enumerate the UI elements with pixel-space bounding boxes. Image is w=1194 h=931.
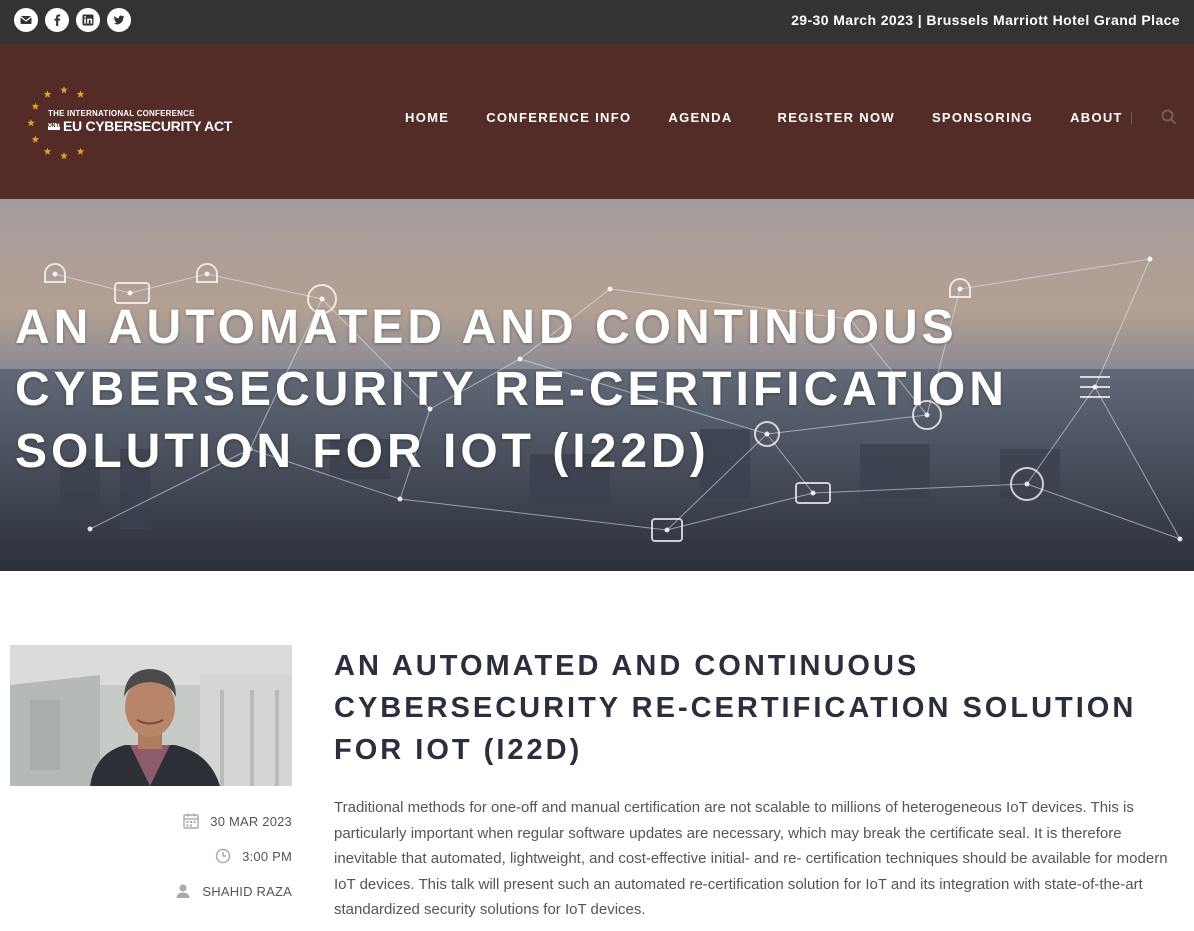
nav-register-now[interactable]: REGISTER NOW	[778, 110, 895, 125]
speaker-photo	[10, 645, 292, 786]
session-date-text: 30 MAR 2023	[210, 813, 292, 829]
session-speaker-text: SHAHID RAZA	[202, 883, 292, 899]
logo-main-text: EU CYBERSECURITY ACT	[63, 118, 233, 134]
session-time: 3:00 PM	[214, 847, 292, 865]
user-icon	[176, 884, 190, 898]
search-icon[interactable]	[1160, 108, 1178, 126]
hero-banner: AN AUTOMATED AND CONTINUOUS CYBERSECURIT…	[0, 199, 1194, 571]
logo-line2: ON THE EU CYBERSECURITY ACT	[48, 118, 232, 134]
session-title: AN AUTOMATED AND CONTINUOUS CYBERSECURIT…	[334, 650, 1137, 766]
conference-logo[interactable]: THE INTERNATIONAL CONFERENCE ON THE EU C…	[24, 84, 232, 162]
nav-home[interactable]: HOME	[405, 110, 449, 125]
linkedin-icon[interactable]	[76, 8, 100, 32]
top-bar: 29-30 March 2023 | Brussels Marriott Hot…	[0, 0, 1194, 44]
nav-conference-info[interactable]: CONFERENCE INFO	[486, 110, 631, 125]
session-speaker: SHAHID RAZA	[174, 882, 292, 900]
speaker-photo-image	[10, 645, 292, 786]
hero-title: AN AUTOMATED AND CONTINUOUS CYBERSECURIT…	[15, 301, 1008, 478]
session-time-text: 3:00 PM	[242, 848, 292, 864]
social-links	[14, 8, 131, 32]
event-info: 29-30 March 2023 | Brussels Marriott Hot…	[791, 12, 1180, 28]
logo-small-text: ON THE	[48, 122, 66, 130]
nav-sponsoring[interactable]: SPONSORING	[932, 110, 1033, 125]
nav-divider	[1131, 112, 1132, 124]
facebook-icon[interactable]	[45, 8, 69, 32]
twitter-icon[interactable]	[107, 8, 131, 32]
session-date: 30 MAR 2023	[182, 812, 292, 830]
main-nav: HOME CONFERENCE INFO AGENDA REGISTER NOW…	[405, 110, 1123, 125]
nav-agenda[interactable]: AGENDA	[668, 110, 732, 125]
nav-about[interactable]: ABOUT	[1070, 110, 1123, 125]
email-icon[interactable]	[14, 8, 38, 32]
session-description: Traditional methods for one-off and manu…	[334, 799, 1168, 918]
calendar-icon	[183, 813, 199, 829]
logo-line1: THE INTERNATIONAL CONFERENCE	[48, 109, 195, 118]
site-header: THE INTERNATIONAL CONFERENCE ON THE EU C…	[0, 44, 1194, 199]
clock-icon	[215, 848, 231, 864]
